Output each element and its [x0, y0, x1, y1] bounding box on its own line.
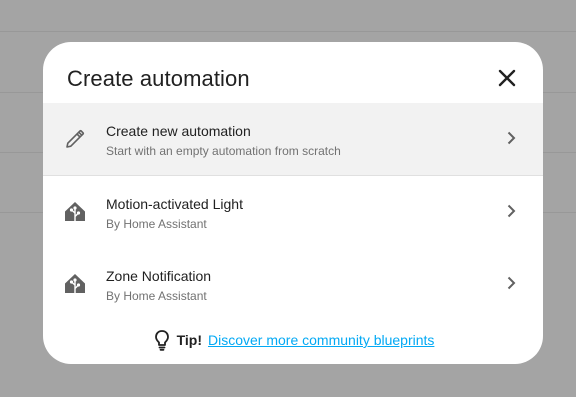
- blueprint-item-motion-activated-light[interactable]: Motion-activated Light By Home Assistant: [43, 176, 543, 248]
- automation-options-list: Create new automation Start with an empt…: [43, 103, 543, 320]
- home-assistant-icon: [65, 274, 85, 293]
- home-assistant-icon: [65, 202, 85, 221]
- blueprint-item-zone-notification[interactable]: Zone Notification By Home Assistant: [43, 248, 543, 320]
- pencil-icon: [66, 129, 85, 148]
- background-divider: [0, 31, 576, 32]
- chevron-right-icon: [507, 276, 516, 290]
- item-description: By Home Assistant: [106, 217, 207, 231]
- close-icon: [498, 69, 516, 87]
- chevron-right-icon: [507, 204, 516, 218]
- create-automation-dialog: Create automation Create new automation …: [43, 42, 543, 364]
- close-button[interactable]: [496, 67, 518, 89]
- dialog-title: Create automation: [67, 66, 250, 91]
- item-title: Create new automation: [106, 123, 251, 139]
- lightbulb-icon: [154, 330, 169, 351]
- create-new-automation-item[interactable]: Create new automation Start with an empt…: [43, 103, 543, 176]
- item-description: By Home Assistant: [106, 289, 207, 303]
- tip-label: Tip!: [176, 332, 202, 348]
- chevron-right-icon: [507, 131, 516, 145]
- blueprint-tip: Tip! Discover more community blueprints: [43, 328, 543, 352]
- item-title: Zone Notification: [106, 268, 212, 284]
- item-title: Motion-activated Light: [106, 196, 243, 212]
- community-blueprints-link[interactable]: Discover more community blueprints: [208, 332, 434, 348]
- item-description: Start with an empty automation from scra…: [106, 144, 341, 158]
